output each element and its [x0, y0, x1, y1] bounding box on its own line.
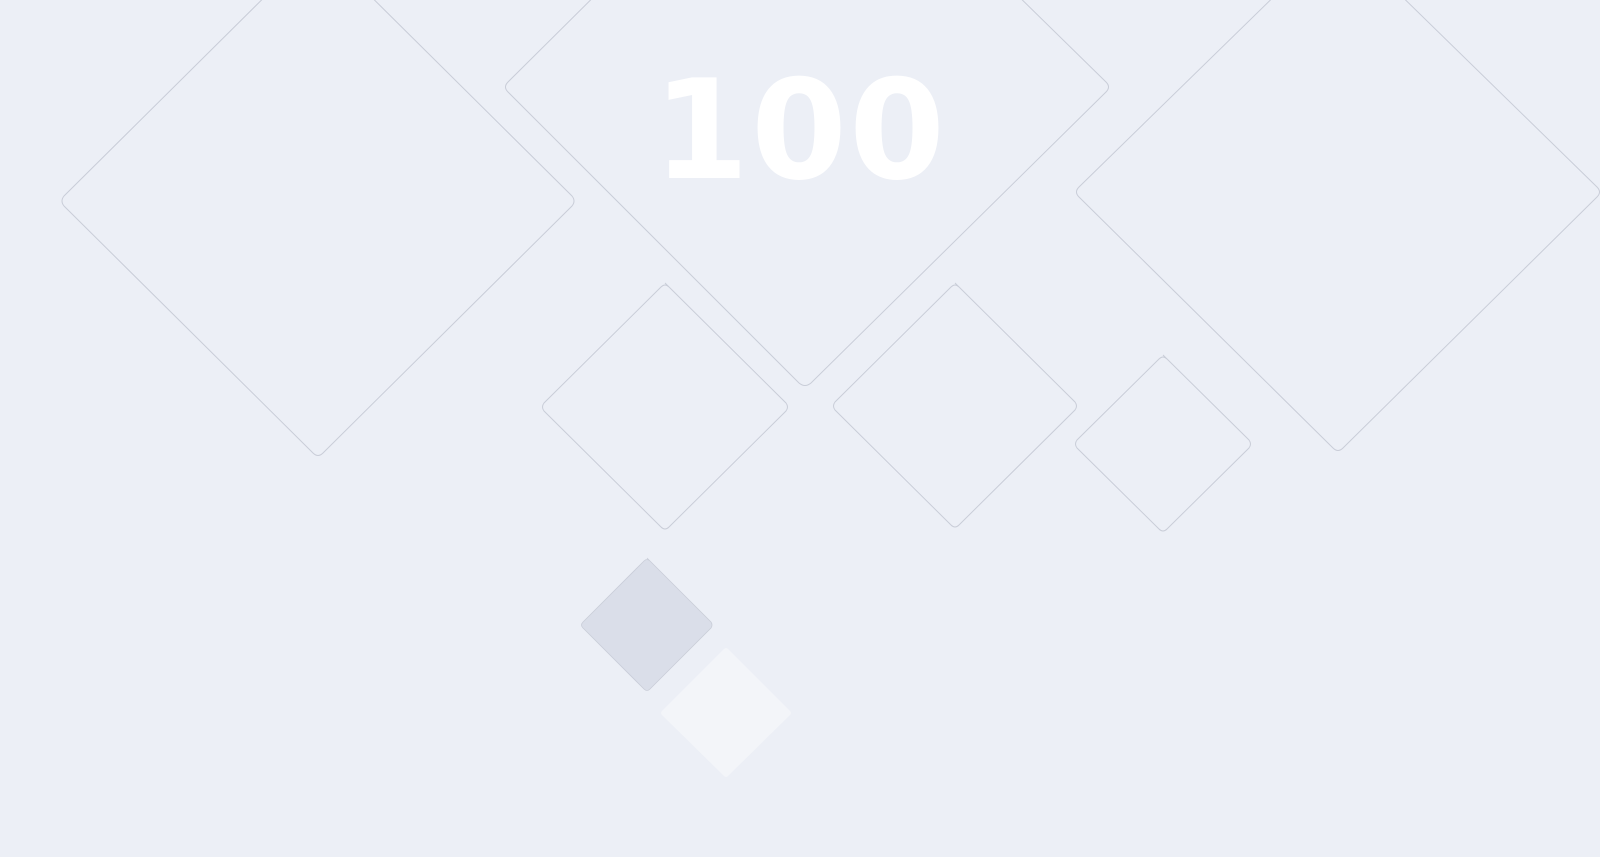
board-layer: [61, 0, 1600, 777]
game-board: 100: [0, 0, 1600, 857]
piece-tile-active[interactable]: [581, 557, 713, 691]
diamond-slot-large-center: [505, 0, 1109, 386]
piece-tile-ghost[interactable]: [661, 647, 791, 777]
diamond-slot-small[interactable]: [1075, 354, 1251, 532]
diamond-slot-medium-2[interactable]: [833, 282, 1077, 528]
diamond-slot-large-left: [61, 0, 575, 456]
diamond-slot-large-right: [1076, 0, 1600, 451]
diamond-slot-medium-1[interactable]: [542, 282, 788, 530]
